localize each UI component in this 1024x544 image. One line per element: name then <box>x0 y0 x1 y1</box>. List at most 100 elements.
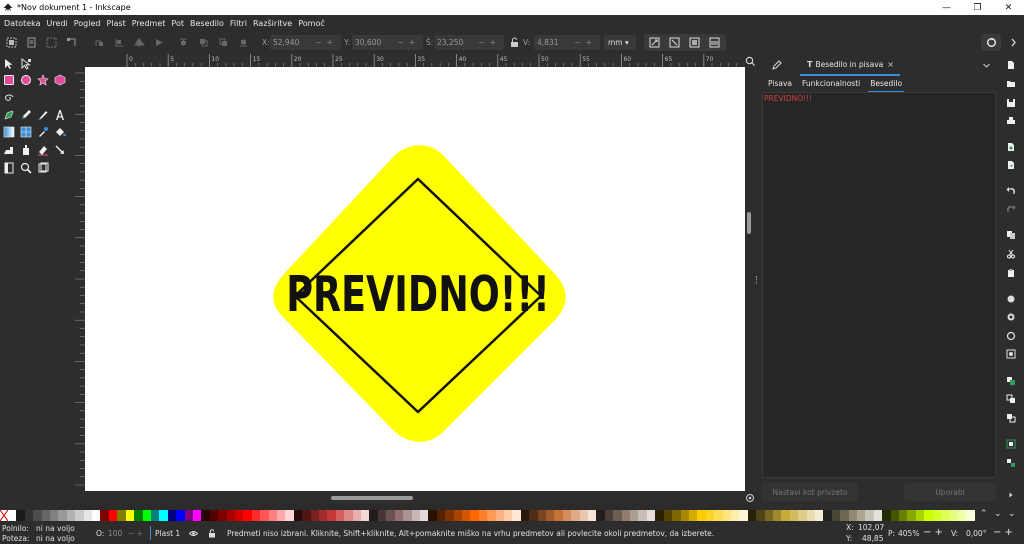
palette-swatch[interactable] <box>739 510 748 521</box>
palette-swatch[interactable] <box>201 510 210 521</box>
palette-swatch[interactable] <box>764 510 773 521</box>
palette-swatch[interactable] <box>621 510 631 521</box>
stroke-value[interactable]: ni na voljo <box>36 534 75 543</box>
star-tool-icon[interactable] <box>37 74 49 86</box>
palette-swatch[interactable] <box>503 510 513 521</box>
lower-to-bottom-icon[interactable] <box>238 37 249 48</box>
ungroup-icon[interactable] <box>1006 458 1016 468</box>
rotation-stepper-icon[interactable]: − + <box>993 527 1013 538</box>
x-stepper-icon[interactable]: −+ <box>315 38 338 47</box>
menu-razsiritve[interactable]: Razširitve <box>253 19 292 28</box>
color-palette[interactable] <box>8 510 975 521</box>
display-mode-icon[interactable] <box>745 493 755 503</box>
palette-swatch[interactable] <box>646 510 656 521</box>
w-stepper-icon[interactable]: −+ <box>478 38 501 47</box>
deselect-icon[interactable] <box>46 37 57 48</box>
palette-swatch[interactable] <box>176 510 185 521</box>
palette-swatch[interactable] <box>730 510 740 521</box>
pencil-tool-icon[interactable] <box>20 109 32 121</box>
no-paint-swatch-icon[interactable] <box>0 510 8 521</box>
palette-swatch[interactable] <box>512 510 521 521</box>
rectangle-tool-icon[interactable] <box>3 74 15 86</box>
duplicate-icon[interactable] <box>1006 376 1016 386</box>
palette-swatch[interactable] <box>823 510 832 521</box>
sign-text[interactable]: PREVIDNO!!! <box>286 267 550 324</box>
palette-swatch[interactable] <box>445 510 454 521</box>
dock-tab-text-font[interactable]: T Besedilo in pisava × <box>800 54 900 76</box>
palette-swatch[interactable] <box>487 510 496 521</box>
paste-icon[interactable] <box>1006 268 1016 278</box>
save-icon[interactable] <box>1006 98 1016 108</box>
lock-layer-icon[interactable] <box>208 529 216 538</box>
minimize-button[interactable]: — <box>931 0 962 15</box>
palette-swatch[interactable] <box>293 510 303 521</box>
palette-swatch[interactable] <box>596 510 605 521</box>
palette-swatch[interactable] <box>714 510 723 521</box>
palette-swatch[interactable] <box>453 510 462 521</box>
zoom-selection-icon[interactable] <box>1006 294 1016 304</box>
tweak-tool-icon[interactable] <box>3 144 15 156</box>
palette-swatch[interactable] <box>428 510 437 521</box>
palette-swatch[interactable] <box>907 510 916 521</box>
select-all-layers-icon[interactable] <box>26 37 37 48</box>
palette-swatch[interactable] <box>92 510 101 521</box>
palette-swatch[interactable] <box>840 510 849 521</box>
palette-swatch[interactable] <box>798 510 807 521</box>
zoom-correction-icon[interactable] <box>745 56 755 66</box>
palette-swatch[interactable] <box>75 510 84 521</box>
palette-swatch[interactable] <box>335 510 345 521</box>
palette-swatch[interactable] <box>268 510 277 521</box>
palette-swatch[interactable] <box>403 510 412 521</box>
palette-swatch[interactable] <box>613 510 622 521</box>
zoom-tool-icon[interactable] <box>20 162 32 174</box>
gradient-tool-icon[interactable] <box>3 126 15 138</box>
caution-sign-drawing[interactable]: PREVIDNO!!! <box>85 67 745 491</box>
dock-tab-edit[interactable] <box>772 54 798 76</box>
palette-swatch[interactable] <box>899 510 908 521</box>
opacity-field[interactable]: 100 <box>108 529 122 538</box>
palette-swatch[interactable] <box>957 510 967 521</box>
h-field[interactable]: 4,831 −+ <box>534 35 600 50</box>
palette-scroll-up-icon[interactable]: ⌃ <box>980 509 988 519</box>
y-field[interactable]: 30,600 −+ <box>352 35 423 50</box>
palette-swatch[interactable] <box>697 510 706 521</box>
scale-stroke-icon[interactable] <box>649 37 660 48</box>
palette-swatch[interactable] <box>478 510 488 521</box>
drawing-canvas[interactable]: PREVIDNO!!! <box>85 67 745 491</box>
h-stepper-icon[interactable]: −+ <box>574 38 597 47</box>
open-folder-icon[interactable] <box>1006 79 1016 89</box>
palette-swatch[interactable] <box>588 510 597 521</box>
palette-swatch[interactable] <box>243 510 252 521</box>
rotation-field[interactable]: 0,00° <box>966 529 986 538</box>
palette-swatch[interactable] <box>234 510 244 521</box>
palette-swatch[interactable] <box>8 510 17 521</box>
palette-swatch[interactable] <box>66 510 76 521</box>
palette-swatch[interactable] <box>781 510 790 521</box>
palette-swatch[interactable] <box>672 510 681 521</box>
spiral-tool-icon[interactable] <box>3 92 15 104</box>
palette-swatch[interactable] <box>369 510 378 521</box>
dock-menu-button[interactable] <box>982 54 996 76</box>
w-field[interactable]: 23,250 −+ <box>434 35 504 50</box>
palette-swatch[interactable] <box>411 510 420 521</box>
palette-swatch[interactable] <box>890 510 900 521</box>
text-content-area[interactable]: PREVIDNO!!! <box>762 92 996 478</box>
raise-icon[interactable] <box>198 37 209 48</box>
unlink-clone-icon[interactable] <box>1006 413 1016 423</box>
palette-swatch[interactable] <box>722 510 731 521</box>
subtab-pisava[interactable]: Pisava <box>768 79 792 90</box>
copy-icon[interactable] <box>1006 230 1016 240</box>
move-gradients-icon[interactable] <box>689 37 700 48</box>
palette-swatch[interactable] <box>705 510 715 521</box>
palette-swatch[interactable] <box>41 510 51 521</box>
ellipse-tool-icon[interactable] <box>20 74 32 86</box>
apply-button[interactable]: Uporabi <box>904 483 996 501</box>
palette-swatch[interactable] <box>251 510 261 521</box>
palette-swatch[interactable] <box>680 510 689 521</box>
palette-swatch[interactable] <box>285 510 294 521</box>
palette-swatch[interactable] <box>117 510 126 521</box>
palette-swatch[interactable] <box>150 510 160 521</box>
menu-predmet[interactable]: Predmet <box>132 19 166 28</box>
rotate-ccw-icon[interactable] <box>94 37 105 48</box>
menu-datoteka[interactable]: Datoteka <box>4 19 41 28</box>
